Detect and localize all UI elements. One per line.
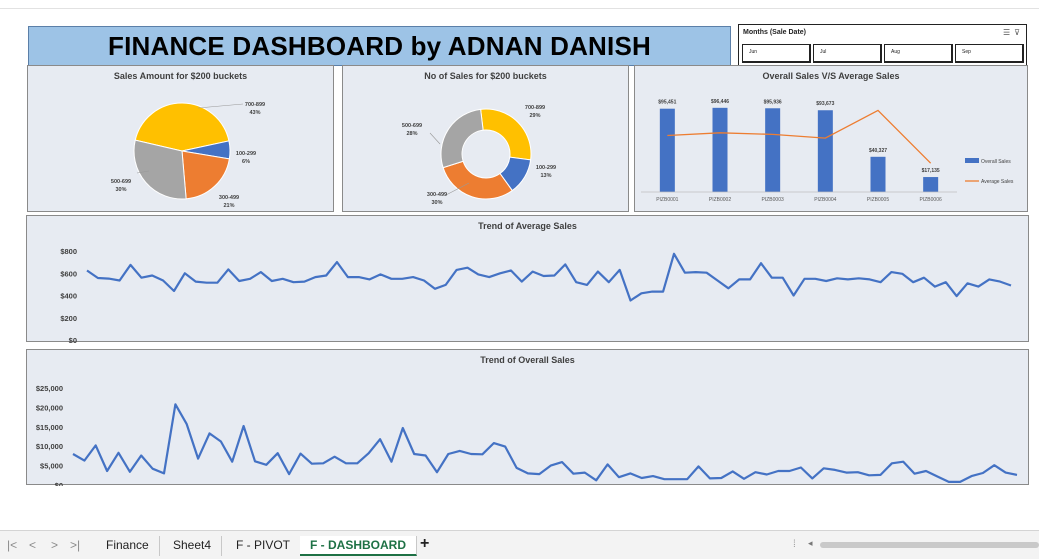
overall-vs-average-chart: $95,451 PIZB0001 $96,446 PIZB0002 $95,936 PIZ… xyxy=(641,99,1014,203)
overall-sales-bar xyxy=(817,110,833,192)
y-tick-label: $20,000 xyxy=(36,403,63,412)
no-of-sales-doughnut-panel[interactable]: No of Sales for $200 buckets 700-899 29% 1… xyxy=(342,65,629,212)
trend-line xyxy=(86,252,1012,302)
slicer-item-jul[interactable]: Jul xyxy=(813,44,882,63)
legend-overall-sales-swatch xyxy=(965,158,979,163)
next-sheet-icon[interactable]: > xyxy=(51,538,58,552)
doughnut-percent-label: 28% xyxy=(406,131,417,137)
tab-sheet4[interactable]: Sheet4 xyxy=(163,536,223,556)
doughnut-percent-label: 13% xyxy=(540,173,551,179)
dashboard-sheet: FINANCE DASHBOARD by ADNAN DANISH Months… xyxy=(0,9,1039,530)
trend-average-chart: $800 $600 $400 $200 $0 xyxy=(60,247,1012,343)
overall-sales-bar xyxy=(712,107,728,192)
doughnut-category-label: 500-699 xyxy=(402,123,422,129)
pie-leader-line xyxy=(197,103,244,109)
no-of-sales-doughnut-chart: 700-899 29% 100-299 13% 300-499 30% 500-699 28% xyxy=(402,105,556,206)
legend-overall-sales-label: Overall Sales xyxy=(981,159,1011,165)
slicer-title: Months (Sale Date) xyxy=(743,29,807,36)
category-tick-label: PIZB0005 xyxy=(867,197,889,203)
pie-percent-label: 6% xyxy=(242,159,250,165)
pie-category-label: 100-299 xyxy=(236,151,256,157)
y-tick-label: $0 xyxy=(69,336,77,343)
doughnut-slice-500-699 xyxy=(440,108,484,169)
pie-category-label: 500-699 xyxy=(111,179,131,185)
scroll-splitter[interactable]: ⁞ xyxy=(793,539,796,550)
category-tick-label: PIZB0001 xyxy=(656,197,678,203)
last-sheet-icon[interactable]: >| xyxy=(70,538,80,552)
pie-category-label: 700-899 xyxy=(245,102,265,108)
slicer-item-aug[interactable]: Aug xyxy=(884,44,953,63)
category-tick-label: PIZB0002 xyxy=(709,197,731,203)
pie-percent-label: 43% xyxy=(249,110,260,116)
months-slicer[interactable]: Months (Sale Date) ☰ ⊽ Jun Jul Aug Sep xyxy=(738,24,1027,67)
y-tick-label: $200 xyxy=(60,314,77,323)
y-tick-label: $10,000 xyxy=(36,442,63,451)
overall-sales-bar xyxy=(870,156,886,192)
overall-sales-bar xyxy=(765,108,781,192)
doughnut-percent-label: 29% xyxy=(529,113,540,119)
first-sheet-icon[interactable]: |< xyxy=(7,538,17,552)
bar-value-label: $17,135 xyxy=(922,168,940,174)
y-tick-label: $15,000 xyxy=(36,423,63,432)
pie-slice-300-499 xyxy=(181,150,230,200)
y-tick-label: $400 xyxy=(60,292,77,301)
average-sales-line xyxy=(667,109,932,164)
pie-percent-label: 30% xyxy=(115,187,126,193)
doughnut-percent-label: 30% xyxy=(431,200,442,206)
overall-sales-bar xyxy=(659,108,675,192)
horizontal-scrollbar[interactable] xyxy=(820,542,1039,548)
bar-value-label: $40,327 xyxy=(869,148,887,154)
doughnut-slice-300-499 xyxy=(442,160,513,200)
legend-average-sales-label: Average Sales xyxy=(981,179,1014,185)
add-sheet-button[interactable]: + xyxy=(420,535,429,553)
bar-value-label: $93,673 xyxy=(816,101,834,107)
multi-select-icon[interactable]: ☰ xyxy=(1003,28,1010,37)
tab-f-pivot[interactable]: F - PIVOT xyxy=(226,536,301,556)
sales-amount-pie-chart: 700-899 43% 100-299 6% 300-499 21% 500-699 30% xyxy=(111,102,265,209)
doughnut-slice-700-899 xyxy=(480,108,532,161)
prev-sheet-icon[interactable]: < xyxy=(29,538,36,552)
trend-overall-chart: $25,000 $20,000 $15,000 $10,000 $5,000 $0 xyxy=(36,384,1018,486)
y-tick-label: $0 xyxy=(55,481,63,486)
sheet-tab-bar: |< < > >| Finance Sheet4 F - PIVOT F - D… xyxy=(0,530,1039,559)
y-tick-label: $800 xyxy=(60,247,77,256)
dashboard-title-box: FINANCE DASHBOARD by ADNAN DANISH xyxy=(28,26,731,66)
bar-value-label: $96,446 xyxy=(711,99,729,105)
doughnut-leader-line xyxy=(429,132,441,145)
scroll-left-icon[interactable]: ◂ xyxy=(808,538,813,549)
bar-value-label: $95,936 xyxy=(764,99,782,105)
y-tick-label: $600 xyxy=(60,269,77,278)
bar-value-label: $95,451 xyxy=(658,100,676,106)
pie-percent-label: 21% xyxy=(223,203,234,209)
doughnut-category-label: 700-899 xyxy=(525,105,545,111)
slicer-item-sep[interactable]: Sep xyxy=(955,44,1024,63)
trend-overall-panel[interactable]: Trend of Overall Sales $25,000 $20,000 $15… xyxy=(26,349,1029,486)
overall-vs-average-panel[interactable]: Overall Sales V/S Average Sales $95,451 P… xyxy=(634,65,1028,212)
y-tick-label: $5,000 xyxy=(40,462,63,471)
doughnut-category-label: 100-299 xyxy=(536,165,556,171)
trend-line xyxy=(72,403,1018,483)
category-tick-label: PIZB0003 xyxy=(762,197,784,203)
overall-sales-bar xyxy=(923,177,939,192)
sales-amount-pie-panel[interactable]: Sales Amount for $200 buckets 700-899 43%… xyxy=(27,65,334,212)
trend-average-panel[interactable]: Trend of Average Sales $800 $600 $400 $200 $… xyxy=(26,215,1029,343)
pie-category-label: 300-499 xyxy=(219,195,239,201)
tab-f-dashboard[interactable]: F - DASHBOARD xyxy=(300,536,417,556)
y-tick-label: $25,000 xyxy=(36,384,63,393)
doughnut-category-label: 300-499 xyxy=(427,192,447,198)
dashboard-title: FINANCE DASHBOARD by ADNAN DANISH xyxy=(108,30,651,61)
slicer-item-jun[interactable]: Jun xyxy=(742,44,811,63)
tab-finance[interactable]: Finance xyxy=(96,536,160,556)
category-tick-label: PIZB0006 xyxy=(920,197,942,203)
clear-filter-icon[interactable]: ⊽ xyxy=(1014,28,1020,37)
top-border xyxy=(0,0,1039,9)
category-tick-label: PIZB0004 xyxy=(814,197,836,203)
